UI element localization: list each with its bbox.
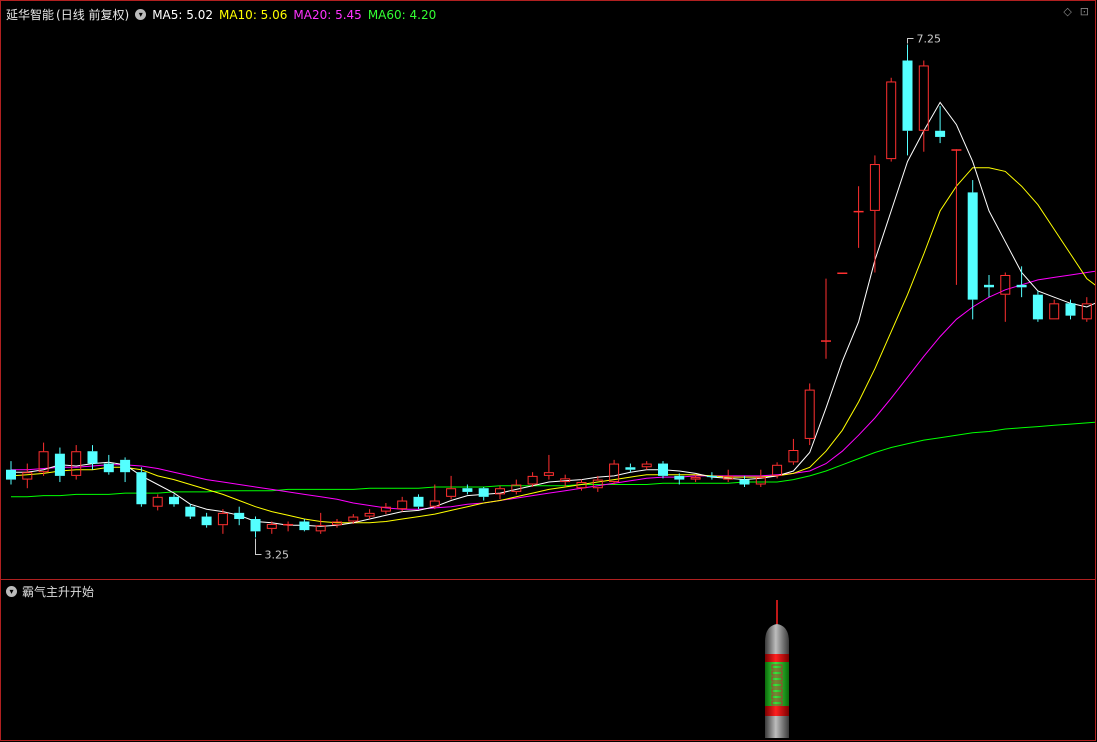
ma5-label: MA5: 5.02 <box>152 7 213 22</box>
candle-body-down <box>1016 284 1027 288</box>
candle-body-up <box>886 81 897 160</box>
kline-chart[interactable]: 7.25 3.25 <box>1 1 1095 579</box>
high-marker <box>907 37 914 44</box>
corner-controls: ◇ ⊡ <box>1063 5 1089 18</box>
candle-body-down <box>984 284 994 288</box>
candle-body-down <box>967 192 978 300</box>
candle-body-down <box>185 506 196 517</box>
candle-body-down <box>625 467 636 470</box>
candle-body-up <box>397 500 408 510</box>
ma60-line <box>11 421 1095 498</box>
candle-body-down <box>234 512 245 520</box>
candle-body-down <box>935 130 946 137</box>
candle-body-up <box>217 512 228 526</box>
ma5-line <box>11 101 1095 527</box>
candle-body-up <box>918 65 929 131</box>
signal-gray-base <box>765 716 789 738</box>
candle-body-up <box>71 451 82 476</box>
candle-body-up <box>543 472 554 476</box>
candle-body-down <box>706 475 717 478</box>
indicator-header: ▾ 霸气主升开始 <box>6 583 94 600</box>
candle-body-down <box>169 496 179 505</box>
ma10-label: MA10: 5.06 <box>218 7 288 22</box>
candle-body-down <box>87 451 98 464</box>
period-label[interactable]: (日线 前复权) <box>56 6 129 23</box>
kline-header: 延华智能 (日线 前复权) ▾ MA5: 5.02 MA10: 5.06 MA2… <box>6 6 442 23</box>
candle-body-up <box>266 523 277 529</box>
low-price-label: 3.25 <box>265 549 290 562</box>
candle-body-up <box>951 149 962 151</box>
candle-body-down <box>120 459 131 473</box>
candle-body-down <box>250 519 261 532</box>
candle-body-down <box>136 472 147 505</box>
candle-body-up <box>1049 303 1060 320</box>
candle-body-down <box>1032 294 1043 320</box>
signal-rocket-nose <box>765 624 789 642</box>
candle-body-up <box>364 512 375 517</box>
indicator-title[interactable]: 霸气主升开始 <box>22 583 94 600</box>
candle-body-up <box>22 472 33 480</box>
candle-body-up <box>641 463 652 468</box>
candle-body-down <box>674 475 685 480</box>
candle-body-up <box>332 521 342 526</box>
chevron-down-icon[interactable]: ▾ <box>135 9 147 20</box>
kline-panel[interactable]: 7.25 3.25 延华智能 (日线 前复权) ▾ MA5: 5.02 MA10:… <box>1 1 1095 579</box>
candle-body-down <box>739 479 750 485</box>
diamond-icon[interactable]: ◇ <box>1063 5 1071 18</box>
candle-body-up <box>772 464 783 476</box>
candle-body-down <box>1065 303 1076 316</box>
indicator-panel[interactable]: ▾ 霸气主升开始 <box>1 580 1095 740</box>
candle-body-up <box>690 477 701 480</box>
ma60-label: MA60: 4.20 <box>367 7 437 22</box>
candle-body-up <box>446 488 457 497</box>
candle-body-down <box>6 469 16 480</box>
indicator-chart <box>765 600 789 738</box>
stock-title[interactable]: 延华智能 <box>6 6 54 23</box>
candle-body-up <box>788 450 799 463</box>
candle-body-up <box>152 496 163 507</box>
candle-body-up <box>283 523 294 526</box>
expand-icon[interactable]: ⊡ <box>1080 5 1089 18</box>
candle-body-up <box>869 164 880 211</box>
candle-body-up <box>821 340 831 342</box>
candle-body-down <box>902 60 913 131</box>
candle-body-up <box>853 210 864 213</box>
low-marker <box>255 538 262 556</box>
candle-body-up <box>837 272 848 275</box>
candle-body-up <box>348 516 359 522</box>
candle-body-down <box>299 521 310 531</box>
high-price-label: 7.25 <box>917 32 942 45</box>
signal-red-band-lower <box>765 706 789 716</box>
signal-gray-band <box>765 640 789 654</box>
candle-body-up <box>804 389 815 439</box>
candle-body-down <box>103 463 114 473</box>
candle-body-down <box>413 496 424 507</box>
chevron-down-icon[interactable]: ▾ <box>6 586 17 597</box>
signal-red-band <box>765 654 789 662</box>
ma20-label: MA20: 5.45 <box>293 7 362 22</box>
candle-body-down <box>54 453 65 476</box>
candle-body-up <box>527 475 538 485</box>
candle-body-down <box>201 516 212 526</box>
candle-body-down <box>462 488 473 492</box>
candle-body-down <box>658 463 668 476</box>
candle-body-down <box>478 488 489 497</box>
